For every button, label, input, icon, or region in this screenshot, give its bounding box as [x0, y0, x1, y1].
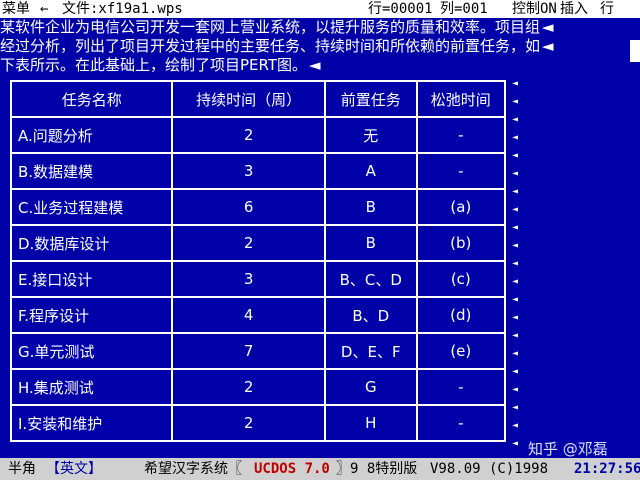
task-predecessor: D、E、F: [323, 332, 418, 370]
table-row: D.数据库设计 2 B (b): [9, 224, 507, 262]
table-row: F.程序设计 4 B、D (d): [9, 296, 507, 334]
header-task-name: 任务名称: [9, 80, 174, 118]
bottom-status-bar: 半角 【英文】 希望汉字系统〖 UCDOS 7.0 〗9 8特别版 V98.09…: [0, 458, 640, 480]
task-duration: 2: [171, 404, 326, 442]
table-header-row: 任务名称 持续时间（周） 前置任务 松弛时间: [9, 80, 507, 118]
task-name: B.数据建模: [9, 152, 174, 190]
task-duration: 7: [171, 332, 326, 370]
task-predecessor: G: [323, 368, 418, 406]
control-indicator: 控制ON: [512, 1, 557, 17]
system-name: 希望汉字系统〖: [144, 461, 242, 477]
header-duration: 持续时间（周）: [171, 80, 326, 118]
row-mode: 行: [600, 1, 614, 17]
scrollbar-thumb[interactable]: [630, 40, 640, 62]
watermark: 知乎 @邓磊: [528, 440, 608, 458]
row-indicator: 行=00001: [368, 1, 433, 17]
task-name: A.问题分析: [9, 116, 174, 154]
table-row: H.集成测试 2 G -: [9, 368, 507, 406]
file-name: 文件:xf19a1.wps: [62, 1, 183, 17]
task-slack: (a): [415, 188, 507, 226]
task-name: F.程序设计: [9, 296, 174, 334]
task-predecessor: B、C、D: [323, 260, 418, 298]
document-paragraph: 某软件企业为电信公司开发一套网上营业系统，以提升服务的质量和效率。项目组 ◄ 经过…: [0, 18, 600, 75]
task-predecessor: 无: [323, 116, 418, 154]
task-slack: (e): [415, 332, 507, 370]
paragraph-line: 下表所示。在此基础上，绘制了项目PERT图。 ◄: [0, 56, 321, 74]
task-name: E.接口设计: [9, 260, 174, 298]
table-row: G.单元测试 7 D、E、F (e): [9, 332, 507, 370]
task-predecessor: H: [323, 404, 418, 442]
table-row: I.安装和维护 2 H -: [9, 404, 507, 442]
top-status-bar: 菜单 ← 文件:xf19a1.wps 行=00001 列=001 控制ON 插入…: [0, 0, 640, 18]
task-predecessor: B: [323, 224, 418, 262]
task-slack: (c): [415, 260, 507, 298]
task-duration: 6: [171, 188, 326, 226]
task-duration: 4: [171, 296, 326, 334]
task-duration: 3: [171, 152, 326, 190]
clock: 21:27:56: [574, 461, 640, 477]
table-row: B.数据建模 3 A -: [9, 152, 507, 190]
task-slack: -: [415, 116, 507, 154]
task-name: G.单元测试: [9, 332, 174, 370]
product-name: UCDOS 7.0: [254, 461, 330, 477]
paragraph-line: 某软件企业为电信公司开发一套网上营业系统，以提升服务的质量和效率。项目组 ◄: [0, 18, 554, 36]
task-duration: 3: [171, 260, 326, 298]
column-indicator: 列=001: [440, 1, 488, 17]
paragraph-line: 经过分析，列出了项目开发过程中的主要任务、持续时间和所依赖的前置任务，如 ◄: [0, 37, 554, 55]
task-name: D.数据库设计: [9, 224, 174, 262]
table-row: E.接口设计 3 B、C、D (c): [9, 260, 507, 298]
edition-label: 〗9 8特别版: [336, 461, 418, 477]
task-slack: -: [415, 368, 507, 406]
line-end-markers: ◄ ◄ ◄ ◄ ◄ ◄ ◄ ◄ ◄ ◄ ◄ ◄ ◄ ◄ ◄ ◄ ◄ ◄ ◄ ◄ ◄: [512, 78, 519, 449]
arrow-icon: ←: [40, 1, 49, 17]
input-language[interactable]: 【英文】: [46, 458, 102, 480]
table-row: C.业务过程建模 6 B (a): [9, 188, 507, 226]
header-predecessor: 前置任务: [323, 80, 418, 118]
task-duration: 2: [171, 224, 326, 262]
width-mode[interactable]: 半角: [8, 458, 36, 480]
task-name: C.业务过程建模: [9, 188, 174, 226]
task-slack: (b): [415, 224, 507, 262]
insert-mode: 插入: [560, 1, 588, 17]
menu-label[interactable]: 菜单: [2, 0, 30, 18]
version-label: V98.09 (C)1998: [430, 461, 549, 477]
task-name: I.安装和维护: [9, 404, 174, 442]
task-predecessor: B、D: [323, 296, 418, 334]
table-row: A.问题分析 2 无 -: [9, 116, 507, 154]
header-slack: 松弛时间: [415, 80, 507, 118]
task-table: 任务名称 持续时间（周） 前置任务 松弛时间 A.问题分析 2 无 - B.数据…: [9, 80, 507, 442]
task-duration: 2: [171, 116, 326, 154]
task-predecessor: A: [323, 152, 418, 190]
task-predecessor: B: [323, 188, 418, 226]
task-slack: -: [415, 404, 507, 442]
vertical-scrollbar[interactable]: [628, 18, 640, 452]
task-duration: 2: [171, 368, 326, 406]
task-name: H.集成测试: [9, 368, 174, 406]
task-slack: -: [415, 152, 507, 190]
task-slack: (d): [415, 296, 507, 334]
